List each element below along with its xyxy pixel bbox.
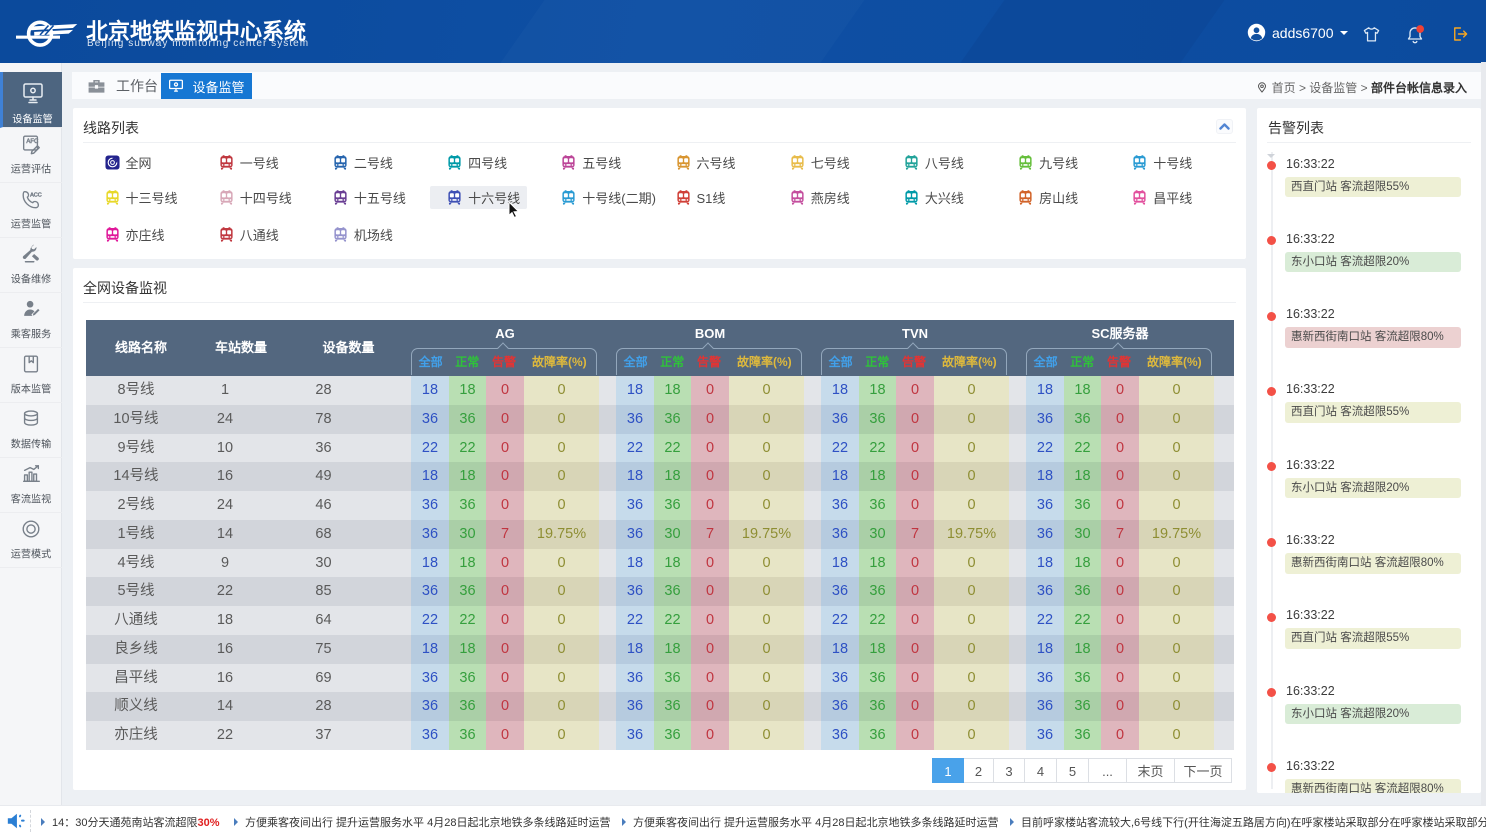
svg-text:ACC: ACC (30, 192, 42, 198)
svg-text:AFC: AFC (26, 139, 39, 145)
